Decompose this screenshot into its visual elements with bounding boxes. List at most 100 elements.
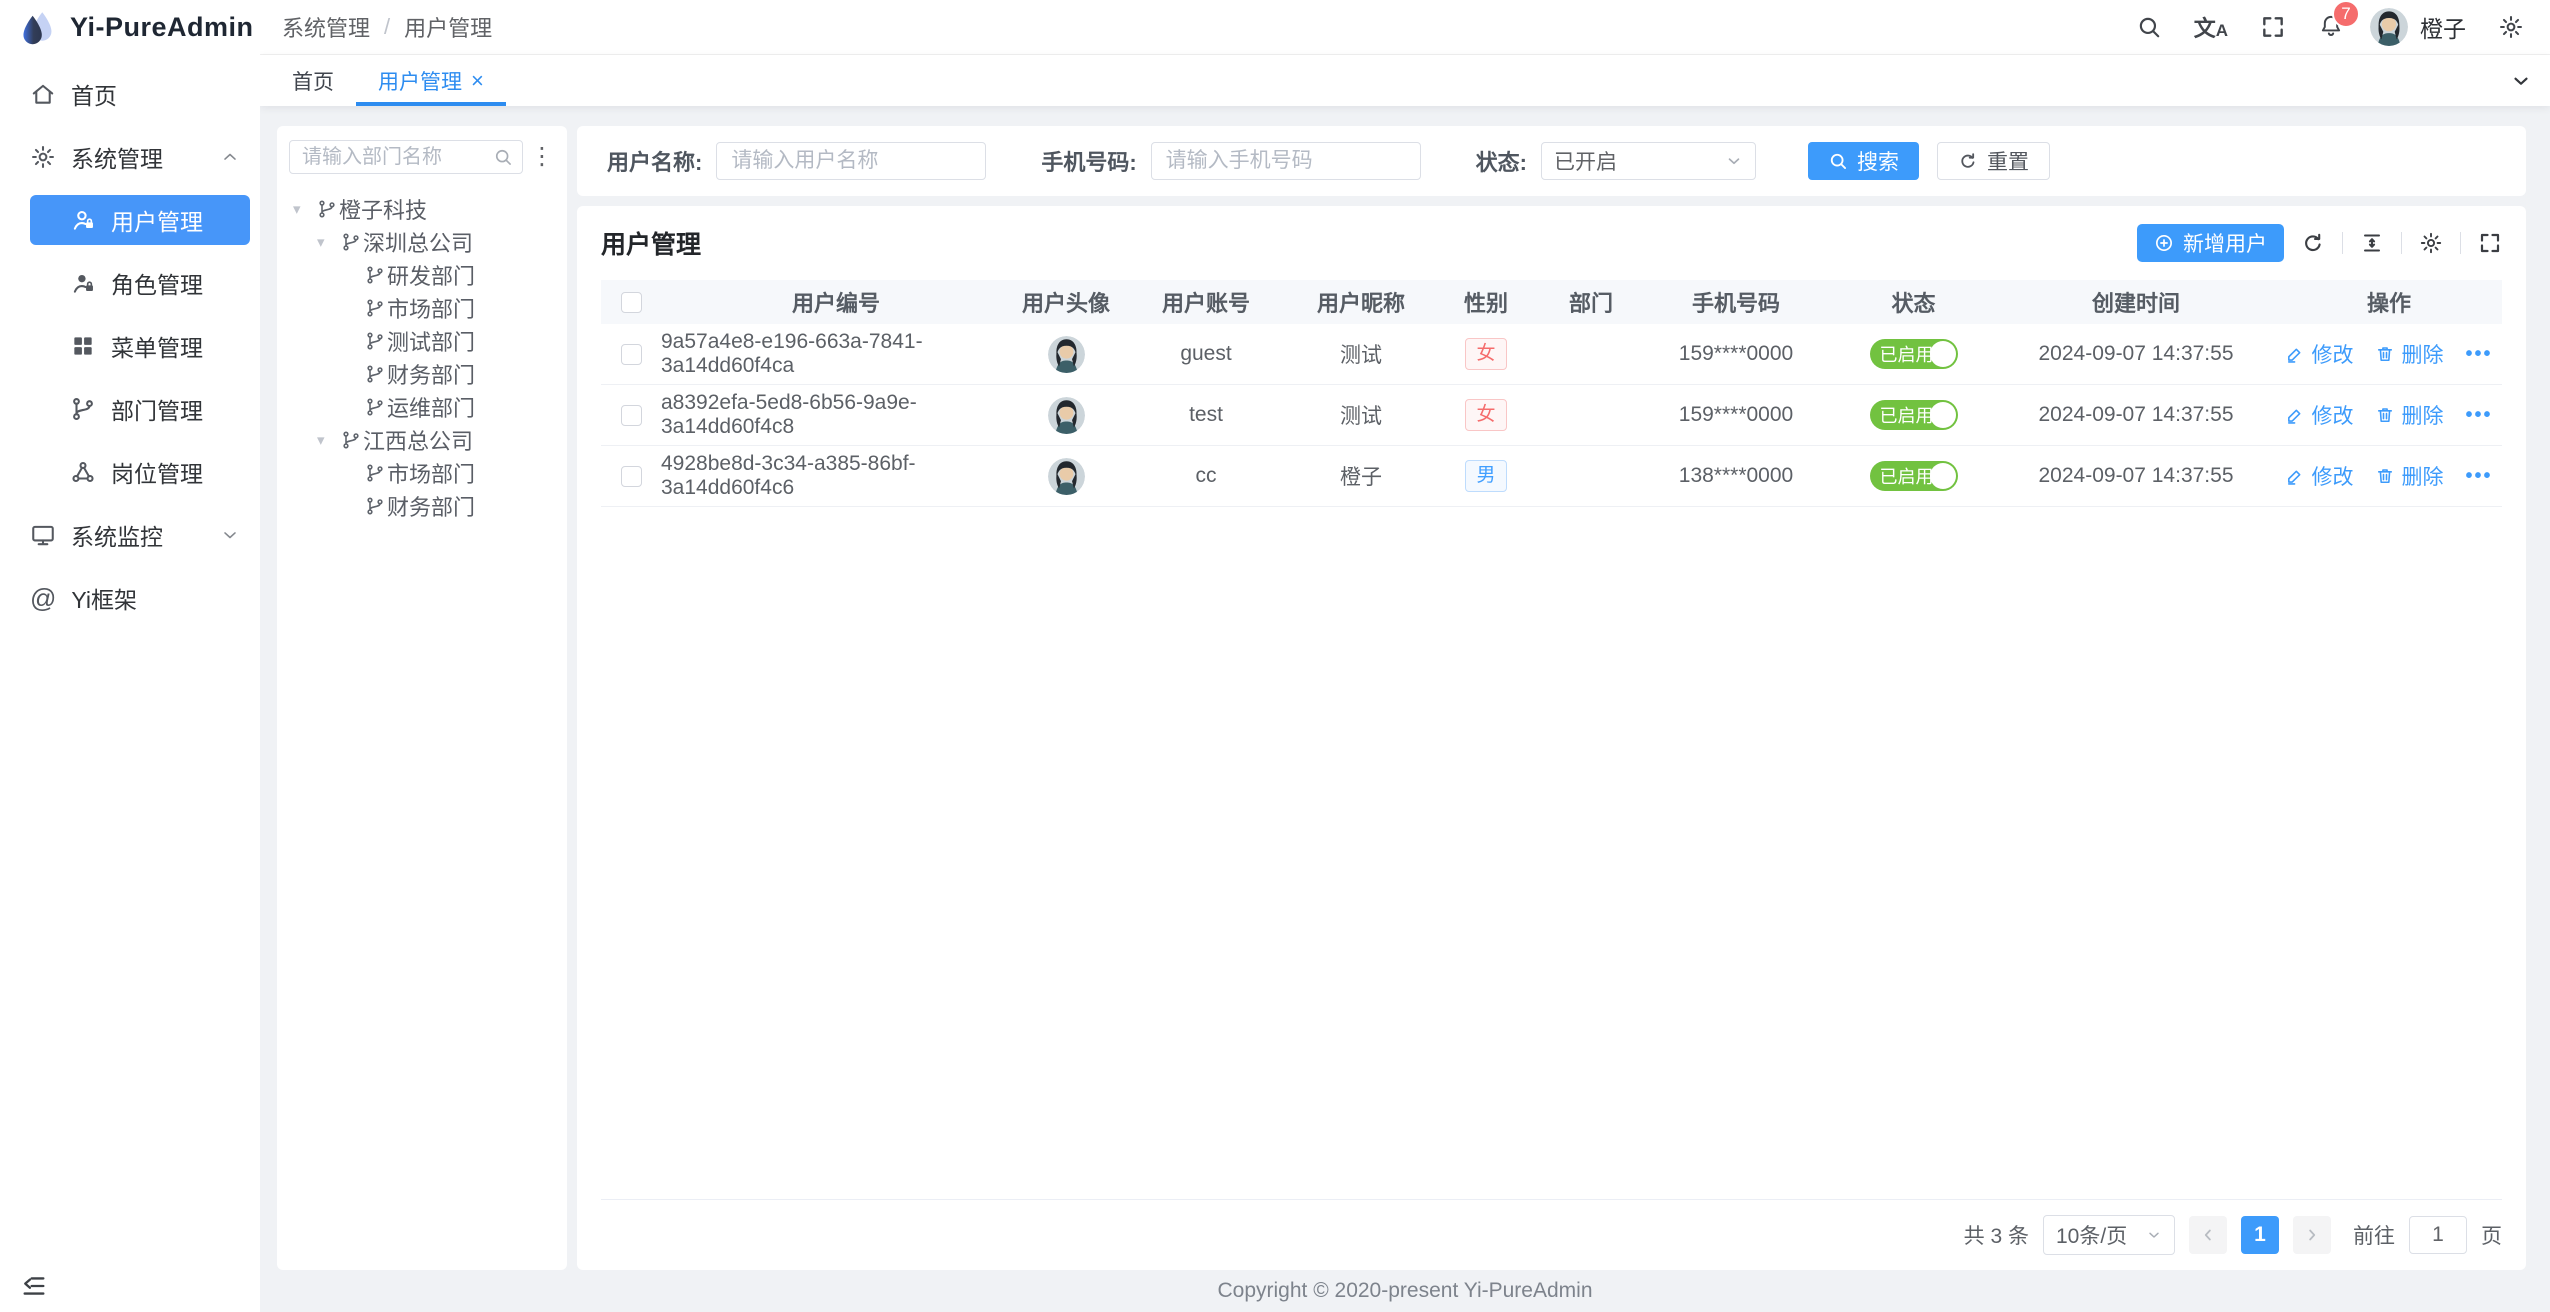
tree-node[interactable]: ▾深圳总公司 — [289, 225, 555, 258]
role-icon — [70, 270, 96, 296]
status-filter-select[interactable]: 已开启 — [1541, 142, 1756, 180]
sidebar-menu: 首页系统管理用户管理角色管理菜单管理部门管理岗位管理系统监控 @Yi框架 — [0, 55, 260, 1260]
status-toggle[interactable]: 已启用 — [1870, 400, 1958, 430]
app-logo[interactable]: Yi-PureAdmin — [0, 0, 260, 55]
gender-tag: 男 — [1465, 460, 1506, 492]
goto-page-input[interactable] — [2409, 1216, 2467, 1254]
tab-close-icon[interactable]: × — [471, 70, 484, 92]
status-toggle[interactable]: 已启用 — [1870, 339, 1958, 369]
gender-cell: 女 — [1431, 399, 1541, 431]
search-button[interactable]: 搜索 — [1808, 142, 1919, 180]
phone-cell: 159****0000 — [1641, 403, 1831, 427]
user-account-cell: cc — [1121, 464, 1291, 488]
sidebar-item-home-0[interactable]: 首页 — [0, 69, 260, 119]
tree-node[interactable]: 财务部门 — [289, 489, 555, 522]
column-settings-gear-icon[interactable] — [2419, 231, 2443, 255]
caret-down-icon[interactable]: ▾ — [317, 233, 341, 251]
translate-icon[interactable]: 文A — [2194, 11, 2228, 43]
tab-home[interactable]: 首页 — [270, 55, 356, 106]
sidebar-item-post-6[interactable]: 岗位管理 — [0, 447, 260, 497]
tree-node[interactable]: 运维部门 — [289, 390, 555, 423]
user-avatar[interactable] — [1048, 397, 1085, 434]
caret-down-icon[interactable]: ▾ — [317, 431, 341, 449]
page-size-select[interactable]: 10条/页 — [2043, 1215, 2175, 1255]
edit-button[interactable]: 修改 — [2285, 339, 2353, 369]
right-column: 用户名称: 手机号码: 状态: 已开启 搜索 — [577, 126, 2526, 1270]
edit-button-label: 修改 — [2311, 400, 2353, 430]
row-checkbox[interactable] — [621, 344, 642, 365]
column-header: 用户编号 — [661, 286, 1011, 318]
status-toggle[interactable]: 已启用 — [1870, 461, 1958, 491]
add-user-button[interactable]: 新增用户 — [2137, 224, 2284, 262]
tree-node[interactable]: 财务部门 — [289, 357, 555, 390]
sidebar-item-at-8[interactable]: @Yi框架 — [0, 573, 260, 623]
tree-node[interactable]: 市场部门 — [289, 456, 555, 489]
sidebar-item-role-3[interactable]: 角色管理 — [0, 258, 260, 308]
column-header: 用户昵称 — [1291, 286, 1431, 318]
prev-page-button[interactable] — [2189, 1216, 2227, 1254]
tree-node[interactable]: ▾橙子科技 — [289, 192, 555, 225]
logo-drop-icon — [16, 7, 58, 49]
column-header: 状态 — [1831, 286, 1996, 318]
caret-down-icon[interactable]: ▾ — [293, 200, 317, 218]
tab-options-chevron-icon[interactable] — [2492, 55, 2550, 106]
sidebar-item-dept-5[interactable]: 部门管理 — [0, 384, 260, 434]
more-actions-button[interactable]: ••• — [2465, 465, 2492, 488]
more-actions-button[interactable]: ••• — [2465, 343, 2492, 366]
user-menu[interactable]: 橙子 — [2370, 8, 2466, 46]
settings-gear-icon[interactable] — [2498, 14, 2524, 40]
username-filter-input[interactable] — [716, 142, 986, 180]
sidebar-item-label: 系统监控 — [71, 518, 163, 552]
user-account: guest — [1180, 342, 1231, 366]
tree-node[interactable]: 测试部门 — [289, 324, 555, 357]
delete-button-label: 删除 — [2401, 461, 2443, 491]
fullscreen-icon[interactable] — [2260, 14, 2286, 40]
row-checkbox[interactable] — [621, 466, 642, 487]
table-fullscreen-icon[interactable] — [2478, 231, 2502, 255]
row-density-icon[interactable] — [2360, 231, 2384, 255]
collapse-sidebar-icon[interactable] — [20, 1272, 48, 1300]
pagination-total: 共 3 条 — [1964, 1220, 2029, 1250]
created-time-cell: 2024-09-07 14:37:55 — [1996, 403, 2276, 427]
row-select-cell — [601, 405, 661, 426]
phone-filter-input[interactable] — [1151, 142, 1421, 180]
department-search-input[interactable] — [289, 140, 523, 174]
delete-button[interactable]: 删除 — [2375, 339, 2443, 369]
tab-user-management[interactable]: 用户管理× — [356, 55, 506, 106]
edit-button[interactable]: 修改 — [2285, 461, 2353, 491]
column-header-label: 性别 — [1464, 286, 1508, 318]
delete-button[interactable]: 删除 — [2375, 461, 2443, 491]
page-number-button[interactable]: 1 — [2241, 1216, 2279, 1254]
notifications[interactable]: 7 — [2318, 12, 2344, 43]
user-avatar[interactable] — [1048, 458, 1085, 495]
select-all-checkbox[interactable] — [621, 292, 642, 313]
sidebar-group-monitor-7[interactable]: 系统监控 — [0, 510, 260, 560]
user-avatar[interactable] — [1048, 336, 1085, 373]
breadcrumb-item[interactable]: 系统管理 — [282, 11, 370, 43]
dept-icon — [341, 430, 361, 450]
user-id-cell: 9a57a4e8-e196-663a-7841-3a14dd60f4ca — [661, 330, 1011, 378]
dept-icon — [341, 232, 361, 252]
sidebar-group-gear-1[interactable]: 系统管理 — [0, 132, 260, 182]
tree-node-label: 运维部门 — [387, 391, 475, 423]
row-checkbox[interactable] — [621, 405, 642, 426]
goto-unit-label: 页 — [2481, 1220, 2502, 1250]
tree-node[interactable]: 市场部门 — [289, 291, 555, 324]
user-account: test — [1189, 403, 1223, 427]
more-actions-button[interactable]: ••• — [2465, 404, 2492, 427]
edit-button[interactable]: 修改 — [2285, 400, 2353, 430]
reset-button[interactable]: 重置 — [1937, 142, 2050, 180]
tree-node[interactable]: 研发部门 — [289, 258, 555, 291]
delete-button[interactable]: 删除 — [2375, 400, 2443, 430]
sidebar-item-user-2[interactable]: 用户管理 — [30, 195, 250, 245]
search-icon[interactable] — [2136, 14, 2162, 40]
main-area: 系统管理 / 用户管理 文A 7 — [260, 0, 2550, 1312]
created-time: 2024-09-07 14:37:55 — [2039, 403, 2234, 427]
more-vertical-icon[interactable]: ⋮ — [529, 145, 555, 169]
refresh-table-icon[interactable] — [2301, 231, 2325, 255]
sidebar-item-label: 部门管理 — [111, 392, 203, 426]
sidebar-item-menu-grid-4[interactable]: 菜单管理 — [0, 321, 260, 371]
table-row: 9a57a4e8-e196-663a-7841-3a14dd60f4ca gues… — [601, 324, 2502, 385]
next-page-button[interactable] — [2293, 1216, 2331, 1254]
tree-node[interactable]: ▾江西总公司 — [289, 423, 555, 456]
